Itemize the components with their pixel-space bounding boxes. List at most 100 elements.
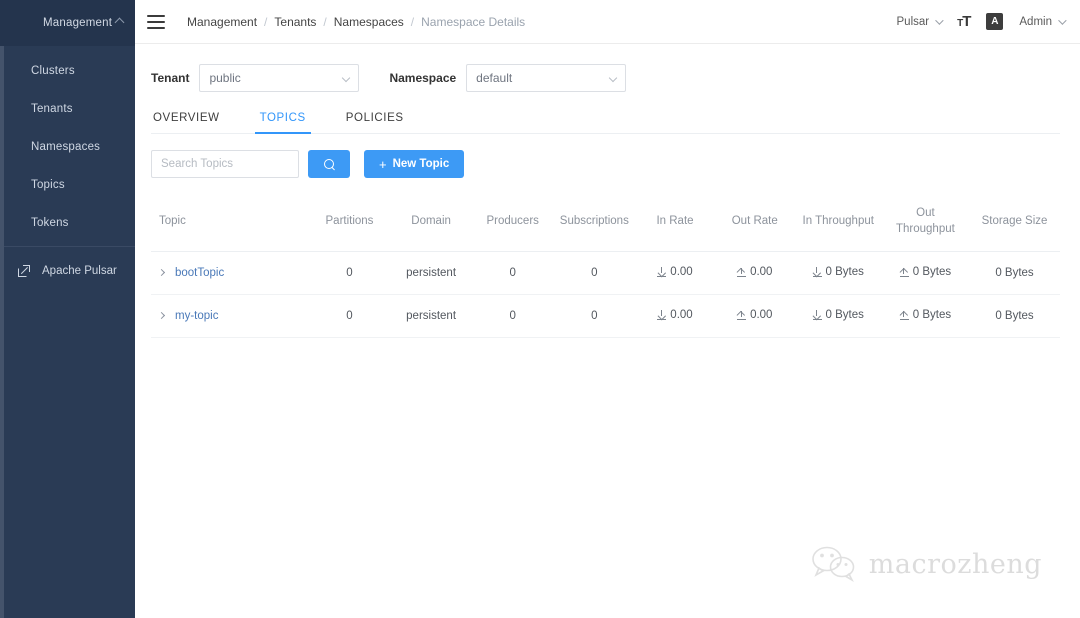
tab-label: TOPICS: [259, 112, 306, 124]
column-header-subscriptions[interactable]: Subscriptions: [553, 200, 636, 253]
column-header-topic[interactable]: Topic: [151, 200, 309, 253]
namespace-select[interactable]: default: [466, 64, 627, 92]
namespace-label: Namespace: [389, 71, 457, 85]
out-throughput-value: 0 Bytes: [912, 266, 952, 279]
in-rate-value: 0.00: [670, 309, 693, 322]
column-header-out-throughput[interactable]: Out Throughput: [881, 200, 970, 253]
table-row[interactable]: bootTopic 0 persistent 0 0 0.00 0.00 0 B…: [151, 251, 1060, 296]
chevron-right-icon[interactable]: [157, 268, 166, 277]
column-header-out-rate[interactable]: Out Rate: [714, 200, 795, 253]
app-root: Management Clusters Tenants Namespaces T…: [0, 0, 1080, 618]
sidebar-item-topics[interactable]: Topics: [0, 166, 135, 204]
column-header-in-rate[interactable]: In Rate: [635, 200, 715, 253]
hamburger-icon[interactable]: [147, 14, 165, 29]
cluster-selector[interactable]: Pulsar: [897, 15, 944, 28]
breadcrumb: Management / Tenants / Namespaces / Name…: [187, 15, 525, 29]
upload-icon: [737, 310, 747, 321]
sidebar-item-tenants[interactable]: Tenants: [0, 90, 135, 128]
sidebar-item-label: Tokens: [31, 217, 69, 229]
topics-toolbar: + New Topic: [151, 150, 1060, 178]
breadcrumb-separator: /: [410, 14, 415, 29]
search-button[interactable]: [308, 150, 350, 178]
user-menu[interactable]: Admin: [1019, 15, 1067, 28]
grid-icon: [18, 17, 31, 30]
table-row[interactable]: my-topic 0 persistent 0 0 0.00 0.00 0 By…: [151, 294, 1060, 339]
sidebar-item-label: Tenants: [31, 103, 73, 115]
cell-out-rate: 0.00: [714, 294, 795, 339]
in-throughput-value: 0 Bytes: [825, 309, 864, 322]
topbar-actions: Pulsar TT A Admin: [897, 13, 1067, 30]
tab-policies[interactable]: POLICIES: [344, 112, 406, 133]
sidebar-header-management[interactable]: Management: [0, 0, 135, 46]
cell-subscriptions: 0: [553, 294, 636, 339]
cell-in-throughput: 0 Bytes: [794, 251, 882, 296]
breadcrumb-separator: /: [264, 14, 268, 29]
breadcrumb-item-namespaces[interactable]: Namespaces: [334, 15, 404, 29]
sidebar-item-tokens[interactable]: Tokens: [0, 204, 135, 242]
sidebar-item-label: Topics: [31, 179, 65, 191]
topbar: Management / Tenants / Namespaces / Name…: [135, 0, 1080, 44]
cell-storage-size: 0 Bytes: [969, 294, 1060, 339]
cell-storage-size: 0 Bytes: [969, 251, 1060, 296]
font-size-icon[interactable]: TT: [957, 13, 971, 30]
topic-link[interactable]: bootTopic: [175, 267, 224, 279]
out-throughput-value: 0 Bytes: [912, 309, 952, 322]
cell-domain: persistent: [390, 294, 472, 339]
user-menu-label: Admin: [1019, 15, 1052, 28]
cell-in-rate: 0.00: [635, 294, 715, 339]
namespace-select-value: default: [476, 71, 513, 85]
breadcrumb-item-tenants[interactable]: Tenants: [274, 15, 316, 29]
cell-subscriptions: 0: [553, 251, 636, 296]
download-icon: [657, 310, 667, 321]
sidebar-link-apache-pulsar[interactable]: Apache Pulsar: [0, 251, 135, 291]
breadcrumb-item-management[interactable]: Management: [187, 15, 257, 29]
column-header-domain[interactable]: Domain: [390, 200, 472, 253]
table-body: bootTopic 0 persistent 0 0 0.00 0.00 0 B…: [151, 251, 1060, 339]
cell-in-throughput: 0 Bytes: [794, 294, 882, 339]
tab-label: OVERVIEW: [153, 112, 220, 124]
search-icon: [323, 158, 335, 170]
sidebar-item-namespaces[interactable]: Namespaces: [0, 128, 135, 166]
breadcrumb-item-namespace-details: Namespace Details: [421, 14, 526, 29]
breadcrumb-separator: /: [323, 14, 327, 29]
column-header-storage-size[interactable]: Storage Size: [969, 200, 1060, 253]
tenant-label: Tenant: [151, 71, 190, 85]
column-header-partitions[interactable]: Partitions: [308, 200, 391, 253]
new-topic-button[interactable]: + New Topic: [364, 150, 465, 178]
out-rate-value: 0.00: [750, 309, 773, 322]
main-area: Management / Tenants / Namespaces / Name…: [135, 0, 1080, 618]
tab-label: POLICIES: [345, 112, 404, 124]
column-header-in-throughput[interactable]: In Throughput: [794, 200, 882, 253]
chevron-down-icon: [342, 73, 351, 83]
upload-icon: [899, 310, 909, 321]
cell-topic: my-topic: [151, 294, 309, 339]
search-input[interactable]: [151, 150, 299, 178]
selector-row: Tenant public Namespace default: [151, 64, 1060, 92]
cell-producers: 0: [471, 294, 554, 339]
font-size-large-glyph: T: [962, 13, 971, 30]
chevron-down-icon: [608, 73, 618, 83]
chevron-right-icon[interactable]: [157, 311, 166, 320]
sidebar-item-clusters[interactable]: Clusters: [0, 52, 135, 90]
chevron-down-icon: [935, 15, 944, 25]
new-topic-label: New Topic: [392, 158, 450, 170]
cell-producers: 0: [471, 251, 554, 296]
tenant-select[interactable]: public: [199, 64, 360, 92]
tenant-select-value: public: [209, 71, 241, 85]
download-icon: [812, 310, 822, 321]
upload-icon: [899, 267, 909, 278]
cell-partitions: 0: [308, 294, 391, 339]
chevron-up-icon[interactable]: [114, 17, 125, 28]
tab-topics[interactable]: TOPICS: [254, 112, 311, 134]
sidebar-scrollbar[interactable]: [0, 0, 4, 618]
upload-icon: [737, 267, 747, 278]
topic-link[interactable]: my-topic: [175, 310, 218, 322]
cell-out-throughput: 0 Bytes: [881, 251, 970, 296]
tab-overview[interactable]: OVERVIEW: [151, 112, 222, 133]
column-header-producers[interactable]: Producers: [471, 200, 554, 253]
tab-bar: OVERVIEW TOPICS POLICIES: [151, 112, 1060, 134]
in-rate-value: 0.00: [670, 266, 693, 279]
out-rate-value: 0.00: [750, 266, 773, 279]
translate-icon[interactable]: A: [986, 13, 1004, 30]
cell-topic: bootTopic: [151, 251, 309, 296]
